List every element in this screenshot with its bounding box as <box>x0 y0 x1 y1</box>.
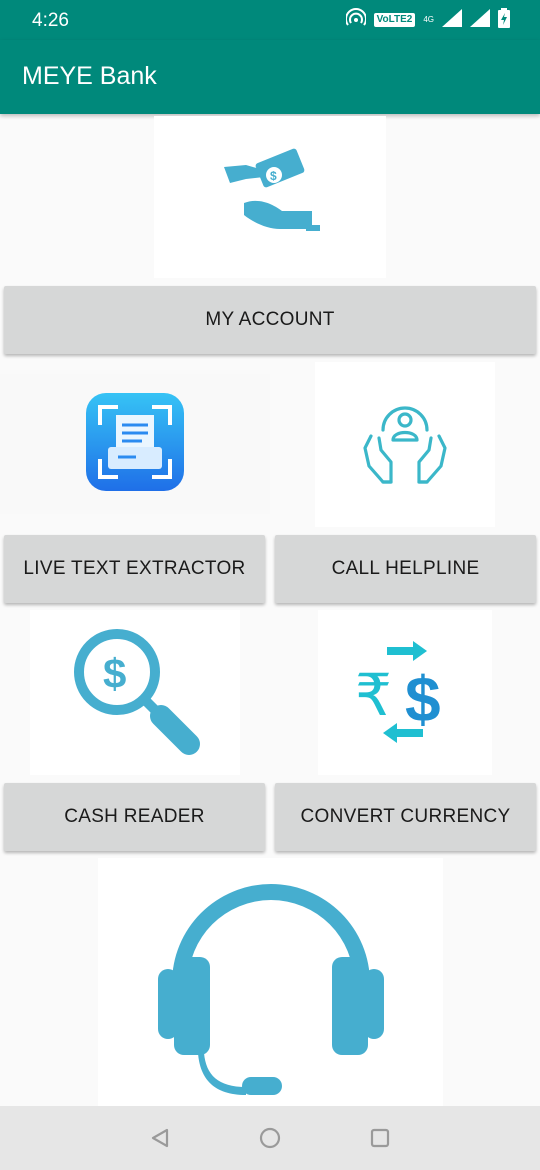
back-icon[interactable] <box>144 1122 176 1154</box>
convert-currency-button[interactable]: CONVERT CURRENCY <box>275 783 536 851</box>
signal-icon <box>470 8 490 32</box>
status-time: 4:26 <box>32 10 69 31</box>
currency-exchange-icon: ₹ $ <box>355 635 455 750</box>
headset-icon <box>156 865 386 1100</box>
money-hand-image: $ <box>154 116 386 278</box>
svg-text:$: $ <box>405 663 441 735</box>
live-text-extractor-button[interactable]: LIVE TEXT EXTRACTOR <box>4 535 265 603</box>
my-account-button[interactable]: MY ACCOUNT <box>4 286 536 354</box>
scanner-icon <box>86 392 184 496</box>
app-title: MEYE Bank <box>22 62 157 90</box>
cash-reader-image[interactable]: $ <box>30 610 240 775</box>
call-helpline-button[interactable]: CALL HELPLINE <box>275 535 536 603</box>
svg-text:₹: ₹ <box>355 663 392 728</box>
headset-image[interactable] <box>98 858 443 1106</box>
convert-currency-image[interactable]: ₹ $ <box>318 610 492 775</box>
status-bar: 4:26 VoLTE2 4G <box>0 0 540 40</box>
helpline-image[interactable] <box>315 362 495 527</box>
money-hand-icon: $ <box>220 145 320 250</box>
status-icons: VoLTE2 4G <box>344 7 510 33</box>
helpline-hands-icon <box>359 396 451 493</box>
network-type-label: 4G <box>423 15 434 24</box>
cash-reader-button[interactable]: CASH READER <box>4 783 265 851</box>
signal-icon <box>442 8 462 32</box>
recents-icon[interactable] <box>364 1122 396 1154</box>
volte-icon: VoLTE2 <box>373 13 416 27</box>
svg-text:$: $ <box>103 650 126 697</box>
battery-icon <box>498 7 510 33</box>
scanner-image[interactable] <box>0 374 270 514</box>
svg-text:$: $ <box>270 169 277 183</box>
app-bar: MEYE Bank <box>0 40 540 114</box>
hotspot-icon <box>344 7 367 33</box>
dollar-magnifier-icon: $ <box>65 620 205 765</box>
home-icon[interactable] <box>254 1122 286 1154</box>
navigation-bar <box>0 1106 540 1170</box>
